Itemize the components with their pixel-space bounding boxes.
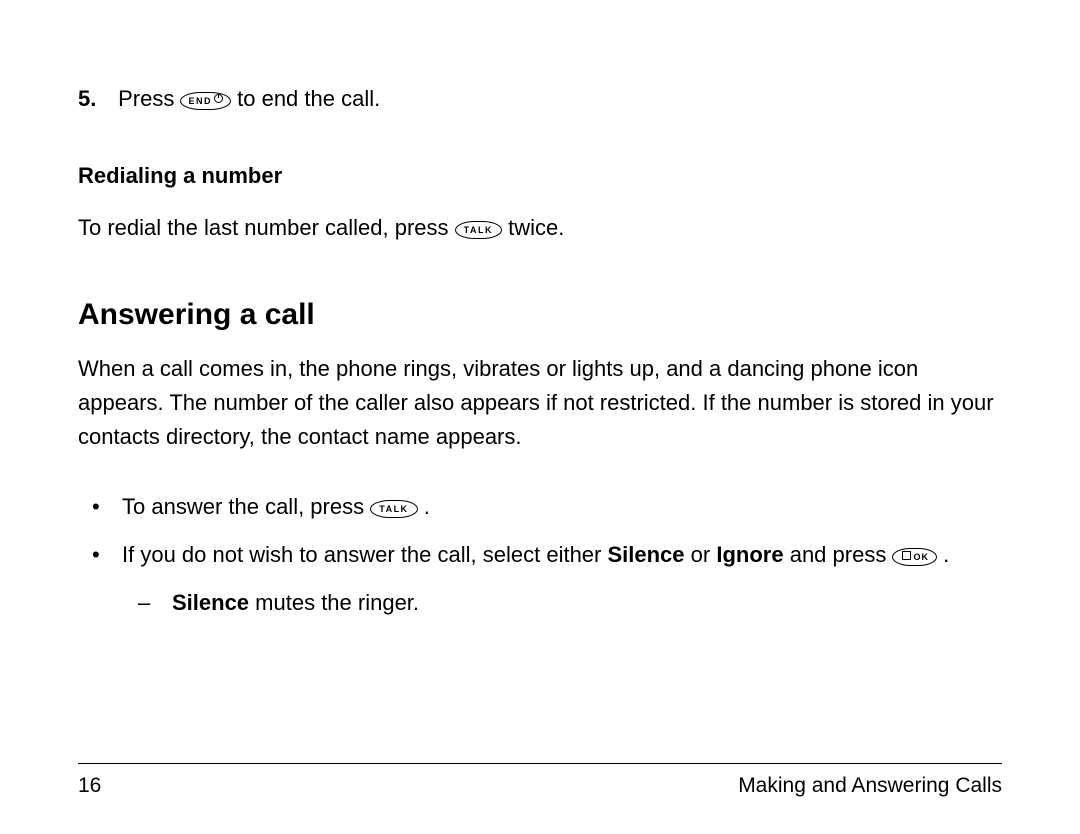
page-footer: 16 Making and Answering Calls (78, 763, 1002, 798)
step-text-pre: Press (118, 86, 180, 111)
b1-post: . (424, 494, 430, 519)
talk-key-icon: TALK (370, 500, 417, 518)
answer-bullets: To answer the call, press TALK . If you … (78, 486, 1002, 623)
sub-bullet-silence: Silence mutes the ringer. (78, 582, 1002, 624)
b1-pre: To answer the call, press (122, 494, 370, 519)
silence-bold: Silence (172, 590, 249, 615)
bullet-ignore-call: If you do not wish to answer the call, s… (78, 534, 1002, 576)
bullet-answer-call: To answer the call, press TALK . (78, 486, 1002, 528)
redial-pre: To redial the last number called, press (78, 215, 455, 240)
section-title: Making and Answering Calls (738, 774, 1002, 798)
redial-paragraph: To redial the last number called, press … (78, 211, 1002, 244)
ignore-option: Ignore (716, 542, 783, 567)
silence-rest: mutes the ringer. (255, 590, 419, 615)
step-number: 5. (78, 82, 112, 115)
step-text-post: to end the call. (237, 86, 380, 111)
redial-post: twice. (508, 215, 564, 240)
ok-key-icon: OK (892, 548, 937, 566)
b2-and: and press (790, 542, 893, 567)
answer-heading: Answering a call (78, 298, 1002, 332)
manual-page: 5. Press END to end the call. Redialing … (0, 0, 1080, 834)
footer-rule (78, 763, 1002, 764)
silence-option: Silence (607, 542, 684, 567)
redial-heading: Redialing a number (78, 163, 1002, 189)
page-number: 16 (78, 774, 101, 798)
answer-body: When a call comes in, the phone rings, v… (78, 352, 1002, 454)
b2-post: . (943, 542, 949, 567)
step-5-line: 5. Press END to end the call. (78, 82, 1002, 115)
end-key-icon: END (180, 92, 231, 110)
talk-key-icon: TALK (455, 221, 502, 239)
b2-mid: or (691, 542, 717, 567)
b2-pre: If you do not wish to answer the call, s… (122, 542, 607, 567)
